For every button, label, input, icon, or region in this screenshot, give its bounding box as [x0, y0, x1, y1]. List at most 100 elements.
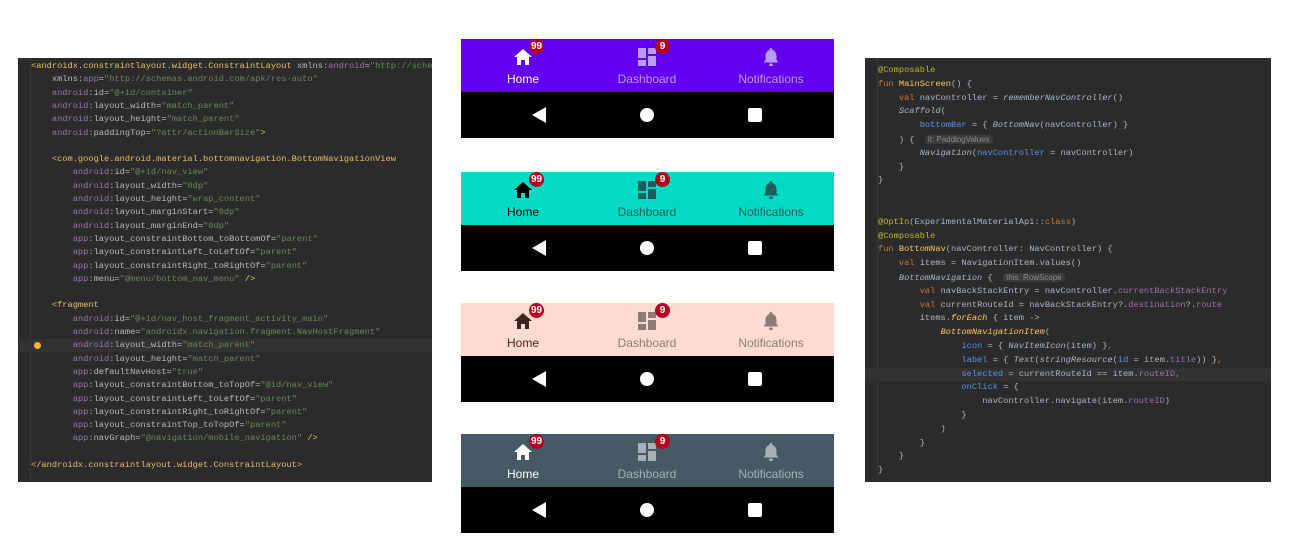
code-line[interactable]: val items = NavigationItem.values(): [865, 257, 1271, 270]
code-line[interactable]: [865, 188, 1271, 201]
code-line[interactable]: android:id="@+id/container": [18, 87, 432, 100]
code-line[interactable]: [18, 446, 432, 459]
code-line[interactable]: val currentRouteId = navBackStackEntry?.…: [865, 299, 1271, 312]
code-token: "parent": [265, 406, 308, 417]
kotlin-compose-editor[interactable]: @Composable fun MainScreen() { val navCon…: [865, 58, 1271, 482]
code-line[interactable]: }: [865, 161, 1271, 174]
code-line[interactable]: BottomNavigation { this: RowScope: [865, 271, 1271, 284]
code-line[interactable]: android:layout_width="match_parent": [18, 339, 432, 353]
code-line[interactable]: }: [865, 437, 1271, 450]
home-circle-icon[interactable]: [640, 108, 654, 122]
code-line[interactable]: @Composable: [865, 230, 1271, 243]
code-line[interactable]: [18, 140, 432, 153]
code-line[interactable]: android:paddingTop="?attr/actionBarSize"…: [18, 127, 432, 140]
xml-layout-editor[interactable]: <androidx.constraintlayout.widget.Constr…: [18, 58, 432, 482]
code-line[interactable]: <androidx.constraintlayout.widget.Constr…: [18, 60, 432, 73]
code-token: app: [72, 273, 89, 284]
nav-item-dashboard[interactable]: Dashboard 9: [585, 303, 709, 356]
code-line[interactable]: android:layout_height="wrap_content": [18, 193, 432, 206]
code-line[interactable]: [865, 202, 1271, 215]
code-line[interactable]: android:layout_marginEnd="0dp": [18, 220, 432, 233]
code-token: }: [878, 465, 884, 476]
code-token: :layout_height=: [109, 194, 188, 204]
code-line[interactable]: }: [865, 464, 1271, 477]
code-token: "parent": [276, 233, 318, 244]
code-line[interactable]: fun BottomNav(navController: NavControll…: [865, 243, 1271, 256]
code-line[interactable]: }: [865, 450, 1271, 463]
home-circle-icon[interactable]: [640, 372, 654, 386]
recents-icon[interactable]: [748, 108, 762, 122]
code-line[interactable]: android:layout_marginStart="0dp": [18, 206, 432, 219]
code-line[interactable]: </androidx.constraintlayout.widget.Const…: [18, 459, 432, 472]
code-token: @OptIn: [878, 216, 910, 227]
code-line[interactable]: android:layout_width="0dp": [18, 180, 432, 193]
code-line[interactable]: fun MainScreen() {: [865, 78, 1271, 91]
code-line[interactable]: android:name="androidx.navigation.fragme…: [18, 326, 432, 339]
code-line[interactable]: android:id="@+id/nav_view": [18, 166, 432, 179]
nav-item-dashboard[interactable]: Dashboard 9: [585, 172, 709, 225]
code-line[interactable]: ): [865, 423, 1271, 436]
code-line[interactable]: android:layout_height="match_parent": [18, 113, 432, 126]
code-line[interactable]: items.forEach { item ->: [865, 312, 1271, 325]
code-token: "parent": [255, 247, 297, 258]
code-line[interactable]: @OptIn(ExperimentalMaterialApi::class): [865, 216, 1271, 229]
code-line[interactable]: app:layout_constraintRight_toRightOf="pa…: [18, 406, 432, 419]
nav-item-home[interactable]: Home 99: [461, 434, 585, 487]
code-line[interactable]: app:layout_constraintBottom_toTopOf="@id…: [18, 379, 432, 392]
code-line[interactable]: app:layout_constraintBottom_toBottomOf="…: [18, 233, 432, 246]
code-line[interactable]: selected = currentRouteId == item.routeI…: [865, 367, 1271, 381]
code-line[interactable]: ) { it: PaddingValues: [865, 133, 1271, 146]
nav-item-notifications[interactable]: Notifications: [709, 434, 833, 487]
code-line[interactable]: app:layout_constraintTop_toTopOf="parent…: [18, 419, 432, 432]
code-line[interactable]: app:layout_constraintRight_toRightOf="pa…: [18, 260, 432, 273]
code-line[interactable]: val navBackStackEntry = navController.cu…: [865, 285, 1271, 298]
nav-item-notifications[interactable]: Notifications: [709, 172, 833, 225]
code-line[interactable]: BottomNavigationItem(: [865, 326, 1271, 339]
code-line[interactable]: Navigation(navController = navController…: [865, 147, 1271, 160]
code-line[interactable]: navController.navigate(item.routeID): [865, 395, 1271, 408]
code-line[interactable]: }: [865, 409, 1271, 422]
code-line[interactable]: Scaffold(: [865, 105, 1271, 118]
code-line[interactable]: app:layout_constraintLeft_toLeftOf="pare…: [18, 246, 432, 259]
code-line[interactable]: xmlns:app="http://schemas.android.com/ap…: [18, 73, 432, 86]
nav-item-dashboard[interactable]: Dashboard 9: [585, 39, 709, 92]
code-line[interactable]: android:layout_height="match_parent": [18, 353, 432, 366]
code-line[interactable]: app:menu="@menu/bottom_nav_menu" />: [18, 273, 432, 286]
code-token: "match_parent": [182, 340, 256, 351]
back-icon[interactable]: [532, 240, 546, 256]
recents-icon[interactable]: [748, 503, 762, 517]
code-line[interactable]: [18, 286, 432, 299]
home-circle-icon[interactable]: [640, 241, 654, 255]
back-icon[interactable]: [532, 502, 546, 518]
code-line[interactable]: android:layout_width="match_parent": [18, 100, 432, 113]
nav-item-notifications[interactable]: Notifications: [709, 39, 833, 92]
code-line[interactable]: }: [865, 174, 1271, 187]
recents-icon[interactable]: [748, 372, 762, 386]
code-line[interactable]: val navController = rememberNavControlle…: [865, 92, 1271, 105]
code-token: = {: [966, 120, 993, 131]
code-line[interactable]: label = { Text(stringResource(id = item.…: [865, 354, 1271, 367]
code-line[interactable]: app:navGraph="@navigation/mobile_navigat…: [18, 432, 432, 445]
nav-item-home[interactable]: Home 99: [461, 39, 585, 92]
code-line[interactable]: onClick = {: [865, 381, 1271, 394]
code-token: }: [878, 175, 884, 186]
code-line[interactable]: android:id="@+id/nav_host_fragment_activ…: [18, 313, 432, 326]
nav-item-dashboard[interactable]: Dashboard 9: [585, 434, 709, 487]
code-token: :layout_width=: [88, 100, 162, 111]
nav-item-home[interactable]: Home 99: [461, 172, 585, 225]
back-icon[interactable]: [532, 371, 546, 387]
code-line[interactable]: <com.google.android.material.bottomnavig…: [18, 153, 432, 166]
code-line[interactable]: <fragment: [18, 299, 432, 312]
code-token: :layout_height=: [88, 114, 167, 125]
code-line[interactable]: @Composable: [865, 64, 1271, 77]
home-circle-icon[interactable]: [640, 503, 654, 517]
code-line[interactable]: icon = { NavItemIcon(item) },: [865, 340, 1271, 353]
recents-icon[interactable]: [748, 241, 762, 255]
code-line[interactable]: bottomBar = { BottomNav(navController) }: [865, 119, 1271, 132]
back-icon[interactable]: [532, 107, 546, 123]
nav-item-notifications[interactable]: Notifications: [709, 303, 833, 356]
code-line[interactable]: app:defaultNavHost="true": [18, 366, 432, 379]
code-line[interactable]: app:layout_constraintLeft_toLeftOf="pare…: [18, 393, 432, 406]
nav-item-home[interactable]: Home 99: [461, 303, 585, 356]
